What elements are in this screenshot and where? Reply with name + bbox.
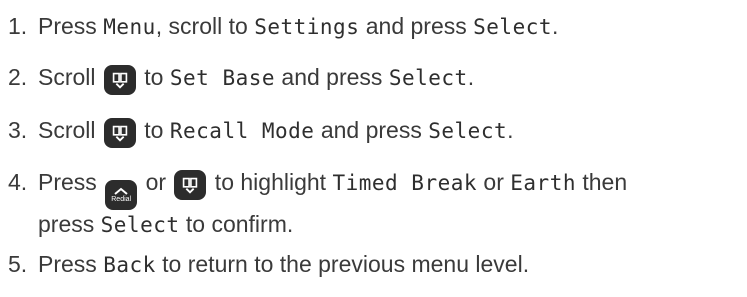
phonebook-scroll-icon [103, 65, 136, 95]
redial-label: Redial [111, 196, 132, 203]
step-number: 1. [8, 13, 28, 39]
step-text: then [575, 169, 628, 195]
step-text: Scroll [38, 117, 102, 143]
display-term-select: Select [428, 119, 508, 143]
step-number: 2. [8, 64, 28, 90]
step-3: 3. Scroll to Recall Mode and press Select… [8, 116, 514, 148]
step-text: or [477, 169, 511, 195]
step-1: 1. Press Menu, scroll to Settings and pre… [8, 12, 558, 41]
display-term-recall-mode: Recall Mode [169, 119, 315, 143]
step-text: to [137, 117, 170, 143]
step-number: 3. [8, 117, 28, 143]
step-text: and press [314, 117, 429, 143]
step-4: 4. Press Redial or to highlight Timed Bre… [8, 168, 627, 239]
instruction-steps: 1. Press Menu, scroll to Settings and pre… [0, 0, 747, 297]
step-text: and press [359, 13, 474, 39]
step-text: press [38, 211, 101, 237]
display-term-earth: Earth [510, 171, 576, 195]
display-term-select: Select [388, 66, 468, 90]
display-term-settings: Settings [254, 15, 360, 39]
step-2: 2. Scroll to Set Base and press Select. [8, 63, 474, 95]
step-text: to [137, 64, 170, 90]
step-number: 4. [8, 169, 28, 195]
step-text: or [139, 169, 173, 195]
display-term-timed-break: Timed Break [332, 171, 478, 195]
step-4-continuation: press Select to confirm. [8, 210, 627, 239]
step-text: Press [38, 169, 104, 195]
step-text: Press [38, 13, 104, 39]
phonebook-scroll-icon [103, 118, 136, 148]
step-text: . [507, 117, 514, 143]
step-text: to highlight [208, 169, 333, 195]
step-text: Scroll [38, 64, 102, 90]
display-term-set-base: Set Base [169, 66, 276, 90]
display-term-back: Back [103, 253, 156, 277]
display-term-select: Select [473, 15, 552, 39]
step-number: 5. [8, 251, 28, 277]
display-term-select: Select [100, 213, 180, 237]
redial-up-icon: Redial [105, 180, 138, 210]
step-5: 5. Press Back to return to the previous m… [8, 250, 529, 279]
step-text: to return to the previous menu level. [155, 251, 530, 277]
display-term-menu: Menu [103, 15, 156, 39]
phonebook-scroll-icon [174, 170, 207, 200]
step-text: . [467, 64, 475, 90]
step-text: , scroll to [155, 13, 255, 39]
step-text: to confirm. [179, 211, 294, 237]
step-text: Press [38, 251, 104, 277]
step-text: and press [275, 64, 389, 90]
step-text: . [552, 13, 559, 39]
